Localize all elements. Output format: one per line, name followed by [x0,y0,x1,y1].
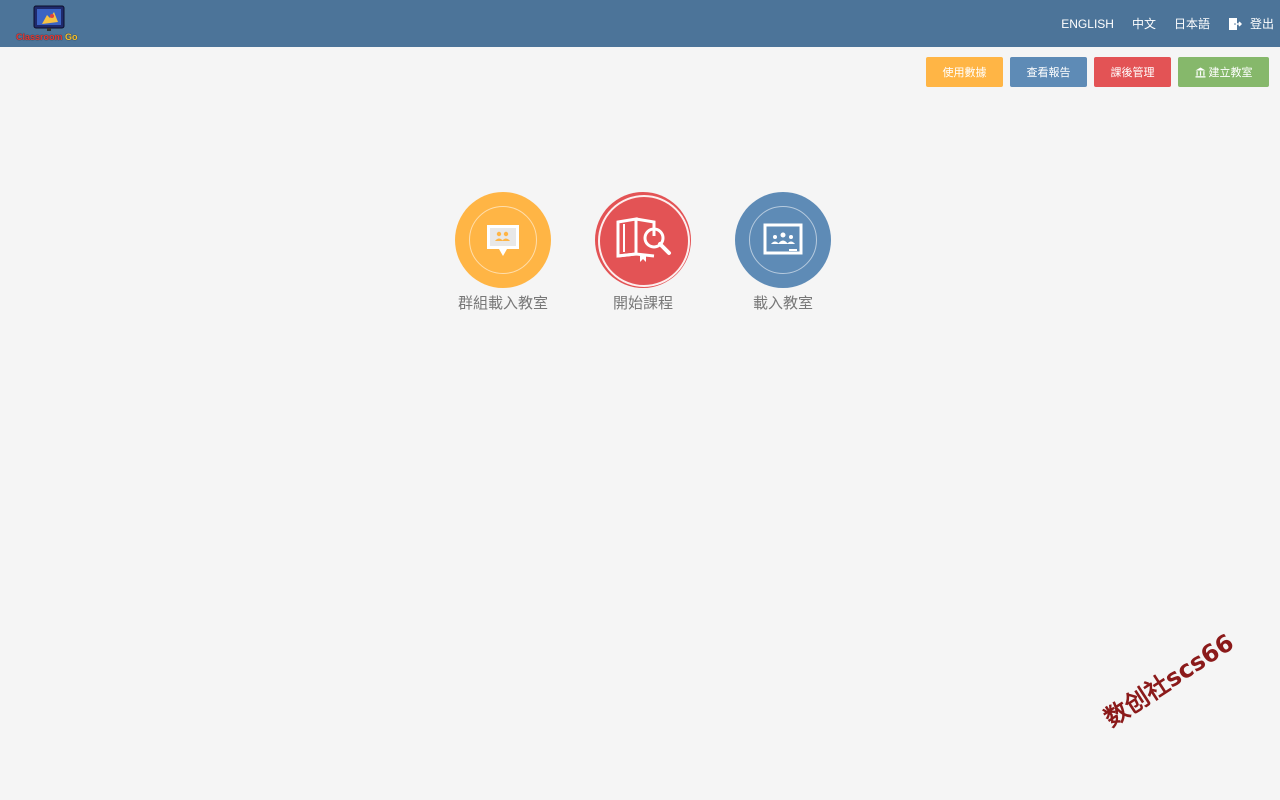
tile-circle[interactable] [455,192,551,288]
tile-label: 載入教室 [752,294,813,312]
tile-load-classroom[interactable]: 載入教室 [733,192,833,313]
lang-chinese-link[interactable]: 中文 [1132,15,1156,32]
group-chat-icon [487,225,519,256]
header-nav: ENGLISH 中文 日本語 登出 [1043,0,1274,47]
main-tiles: 群組載入教室 開始課程 載入教室 [453,192,833,313]
logo-text: Classroom Go [16,32,78,42]
logout-link[interactable]: 登出 [1228,15,1274,32]
tile-group-load-classroom[interactable]: 群組載入教室 [453,192,553,313]
classroom-board-icon [763,223,803,255]
top-navbar: Classroom Go ENGLISH 中文 日本語 登出 [0,0,1280,47]
bank-icon [1195,67,1205,77]
tile-circle[interactable] [735,192,831,288]
book-search-icon [616,217,671,262]
create-classroom-label: 建立教室 [1208,67,1253,79]
action-buttons: 使用數據 查看報告 課後管理 建立教室 [919,57,1269,87]
usage-data-button[interactable]: 使用數據 [926,57,1003,87]
tile-circle[interactable] [595,192,691,288]
after-class-management-button[interactable]: 課後管理 [1094,57,1171,87]
logout-label: 登出 [1249,17,1274,31]
tile-label: 群組載入教室 [457,294,548,312]
lang-english-link[interactable]: ENGLISH [1061,17,1114,31]
lang-japanese-link[interactable]: 日本語 [1174,15,1210,32]
tile-start-course[interactable]: 開始課程 [593,192,693,313]
logout-icon [1228,17,1242,30]
tile-label: 開始課程 [612,294,673,312]
create-classroom-button[interactable]: 建立教室 [1178,57,1269,87]
watermark-text: 数创社scs66 [1099,628,1239,733]
view-report-button[interactable]: 查看報告 [1010,57,1087,87]
